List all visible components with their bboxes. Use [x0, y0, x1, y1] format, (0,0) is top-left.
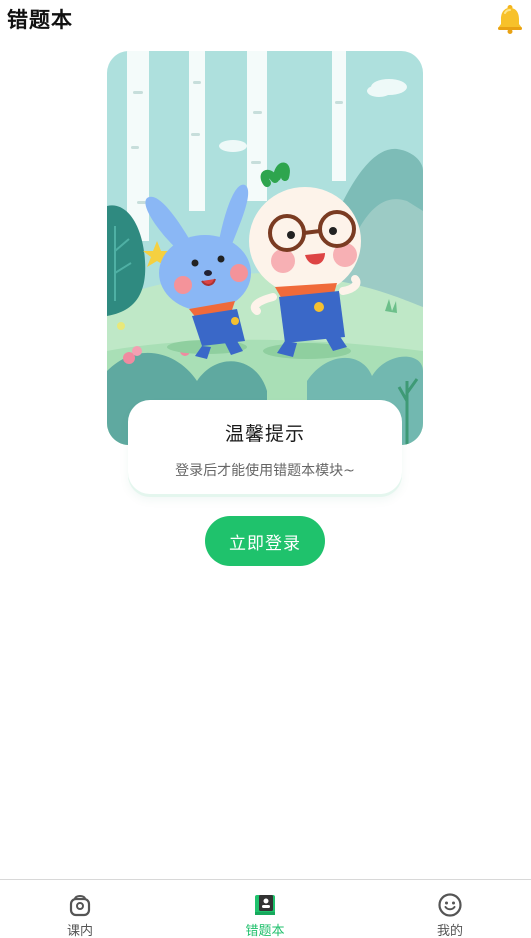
header: 错题本 [0, 0, 531, 40]
tab-classroom[interactable]: 课内 [20, 880, 140, 938]
tab-label: 课内 [66, 924, 93, 938]
tip-message: 登录后才能使用错题本模块~ [175, 463, 355, 479]
tab-wrongbook[interactable]: 错题本 [205, 880, 325, 938]
login-button[interactable]: 立即登录 [205, 516, 325, 566]
tip-title: 温馨提示 [224, 423, 305, 445]
bell-icon[interactable] [496, 4, 524, 34]
tab-label: 我的 [436, 924, 463, 938]
tab-label: 错题本 [245, 924, 285, 938]
backpack-icon [67, 892, 93, 918]
smiley-icon [437, 892, 463, 918]
wrongbook-page: 错题本 温馨提示 登录后才能使用错题本模块~ 立即登录 课内 错题本 我的 [0, 0, 531, 938]
login-illustration [107, 51, 423, 445]
page-title: 错题本 [7, 8, 73, 32]
bottom-tab-bar: 课内 错题本 我的 [0, 879, 531, 938]
notebook-icon [252, 892, 278, 918]
tab-mine[interactable]: 我的 [390, 880, 510, 938]
tip-card: 温馨提示 登录后才能使用错题本模块~ [128, 400, 402, 494]
